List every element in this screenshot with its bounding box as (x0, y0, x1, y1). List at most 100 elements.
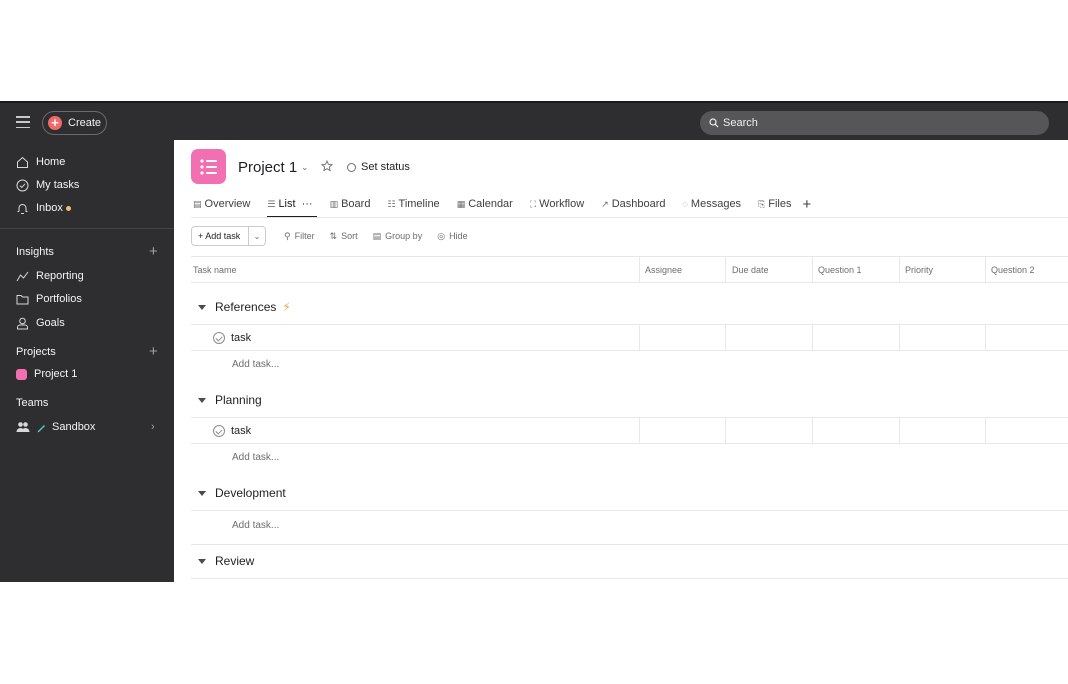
set-status-button[interactable]: Set status (347, 161, 410, 173)
section-review[interactable]: Review (198, 554, 254, 568)
column-divider (899, 418, 900, 443)
tab-overview[interactable]: ▤ Overview (193, 195, 250, 213)
add-task-dropdown-chevron-icon[interactable]: ⌄ (249, 226, 266, 246)
star-icon[interactable] (320, 159, 334, 177)
column-divider (812, 325, 813, 350)
table-row[interactable]: task (191, 417, 1068, 444)
section-planning[interactable]: Planning (198, 393, 262, 407)
sidebar-item-sandbox[interactable]: Sandbox (16, 418, 95, 436)
sidebar-item-label: Goals (36, 317, 65, 329)
section-divider (191, 544, 1068, 545)
add-project-plus-icon[interactable]: + (149, 344, 158, 359)
section-title: Development (215, 486, 286, 500)
add-insight-plus-icon[interactable]: + (149, 244, 158, 259)
tab-board[interactable]: ▥ Board (330, 195, 371, 213)
project-list-icon[interactable] (191, 149, 226, 184)
chevron-down-icon[interactable]: ⌄ (301, 162, 309, 173)
create-button[interactable]: + Create (42, 111, 107, 135)
task-name-cell: task (213, 332, 251, 344)
sort-label: Sort (341, 231, 358, 241)
tab-label: Dashboard (611, 198, 666, 210)
sidebar-item-label: Sandbox (52, 421, 96, 433)
column-divider (985, 418, 986, 443)
tab-dashboard[interactable]: ↗ Dashboard (601, 195, 665, 213)
add-task-link[interactable]: Add task... (232, 520, 279, 531)
column-header-question-2[interactable]: Question 2 (985, 257, 1035, 283)
team-people-icon (16, 422, 30, 432)
group-by-button[interactable]: ▤ Group by (373, 231, 423, 242)
group-by-label: Group by (385, 231, 423, 241)
sidebar-item-goals[interactable]: Goals (16, 314, 65, 332)
check-circle-icon (16, 179, 29, 191)
column-divider (639, 418, 640, 443)
create-label: Create (68, 117, 102, 129)
sidebar-item-reporting[interactable]: Reporting (16, 267, 84, 285)
column-divider (985, 325, 986, 350)
filter-icon: ⚲ (284, 230, 291, 241)
workflow-icon: ⛶ (529, 198, 537, 209)
lightning-icon: ⚡ (282, 300, 291, 314)
chevron-right-icon[interactable]: › (151, 421, 155, 433)
column-divider (812, 418, 813, 443)
collapse-triangle-icon[interactable] (198, 490, 206, 496)
app-window: + Create Search Home My tasks Inbox Insi… (0, 101, 1068, 582)
tab-label: Timeline (398, 198, 440, 210)
section-references[interactable]: References ⚡ (198, 300, 291, 314)
column-header-question-1[interactable]: Question 1 (812, 257, 862, 283)
add-task-link[interactable]: Add task... (232, 359, 279, 370)
sidebar-item-label: My tasks (36, 179, 80, 191)
sidebar-item-home[interactable]: Home (16, 153, 65, 171)
add-task-link[interactable]: Add task... (232, 452, 279, 463)
eye-off-icon: ◎ (437, 230, 446, 241)
sort-button[interactable]: ⇅ Sort (330, 231, 358, 242)
sidebar-item-project-1[interactable]: Project 1 (13, 365, 77, 383)
column-header-assignee[interactable]: Assignee (639, 257, 682, 283)
overview-icon: ▤ (193, 198, 202, 209)
search-placeholder: Search (723, 117, 758, 129)
collapse-triangle-icon[interactable] (198, 558, 206, 564)
collapse-triangle-icon[interactable] (198, 304, 206, 310)
sidebar-item-inbox[interactable]: Inbox (16, 199, 71, 217)
main-content: Project 1 ⌄ Set status ▤ Overview ☰ List ··… (174, 140, 1068, 582)
tab-files[interactable]: ⎘ Files (758, 195, 791, 213)
tab-messages[interactable]: ◌ Messages (683, 195, 742, 213)
section-title: Review (215, 554, 255, 568)
search-input[interactable]: Search (700, 111, 1049, 135)
tab-calendar[interactable]: ▦ Calendar (457, 195, 513, 213)
list-toolbar: + Add task ⌄ ⚲ Filter ⇅ Sort ▤ Group by ◎ Hi… (191, 226, 483, 246)
tab-list[interactable]: ☰ List ··· (267, 195, 317, 218)
section-divider (191, 578, 1068, 579)
filter-button[interactable]: ⚲ Filter (284, 231, 315, 242)
section-development[interactable]: Development (198, 486, 286, 500)
column-divider (639, 325, 640, 350)
chart-line-icon (16, 271, 29, 281)
complete-check-icon[interactable] (213, 332, 225, 344)
sidebar-item-label: Portfolios (36, 293, 82, 305)
tabs-divider (191, 217, 1068, 218)
add-tab-plus-icon[interactable]: + (803, 196, 812, 213)
tab-timeline[interactable]: ☷ Timeline (387, 195, 439, 213)
sidebar-item-my-tasks[interactable]: My tasks (16, 176, 79, 194)
add-task-button[interactable]: + Add task (191, 226, 249, 246)
home-icon (17, 156, 28, 168)
column-header-due-date[interactable]: Due date (726, 257, 769, 283)
tab-label: Board (341, 198, 371, 210)
column-headers: Task name Assignee Due date Question 1 P… (191, 256, 1068, 283)
table-row[interactable]: task (191, 324, 1068, 351)
tab-workflow[interactable]: ⛶ Workflow (530, 195, 584, 213)
tab-label: Overview (204, 198, 251, 210)
task-name-cell: task (213, 425, 251, 437)
column-header-priority[interactable]: Priority (899, 257, 933, 283)
column-header-task-name[interactable]: Task name (187, 257, 237, 283)
plus-icon: + (48, 116, 62, 130)
set-status-label: Set status (361, 161, 410, 173)
more-options-icon[interactable]: ··· (302, 198, 313, 210)
collapse-triangle-icon[interactable] (198, 397, 206, 403)
hide-button[interactable]: ◎ Hide (437, 231, 467, 242)
sidebar-item-portfolios[interactable]: Portfolios (16, 290, 82, 308)
page-title: Project 1 (238, 159, 298, 176)
column-divider (725, 325, 726, 350)
insights-heading: Insights (16, 246, 54, 258)
complete-check-icon[interactable] (213, 425, 225, 437)
hamburger-menu-icon[interactable] (16, 116, 30, 128)
